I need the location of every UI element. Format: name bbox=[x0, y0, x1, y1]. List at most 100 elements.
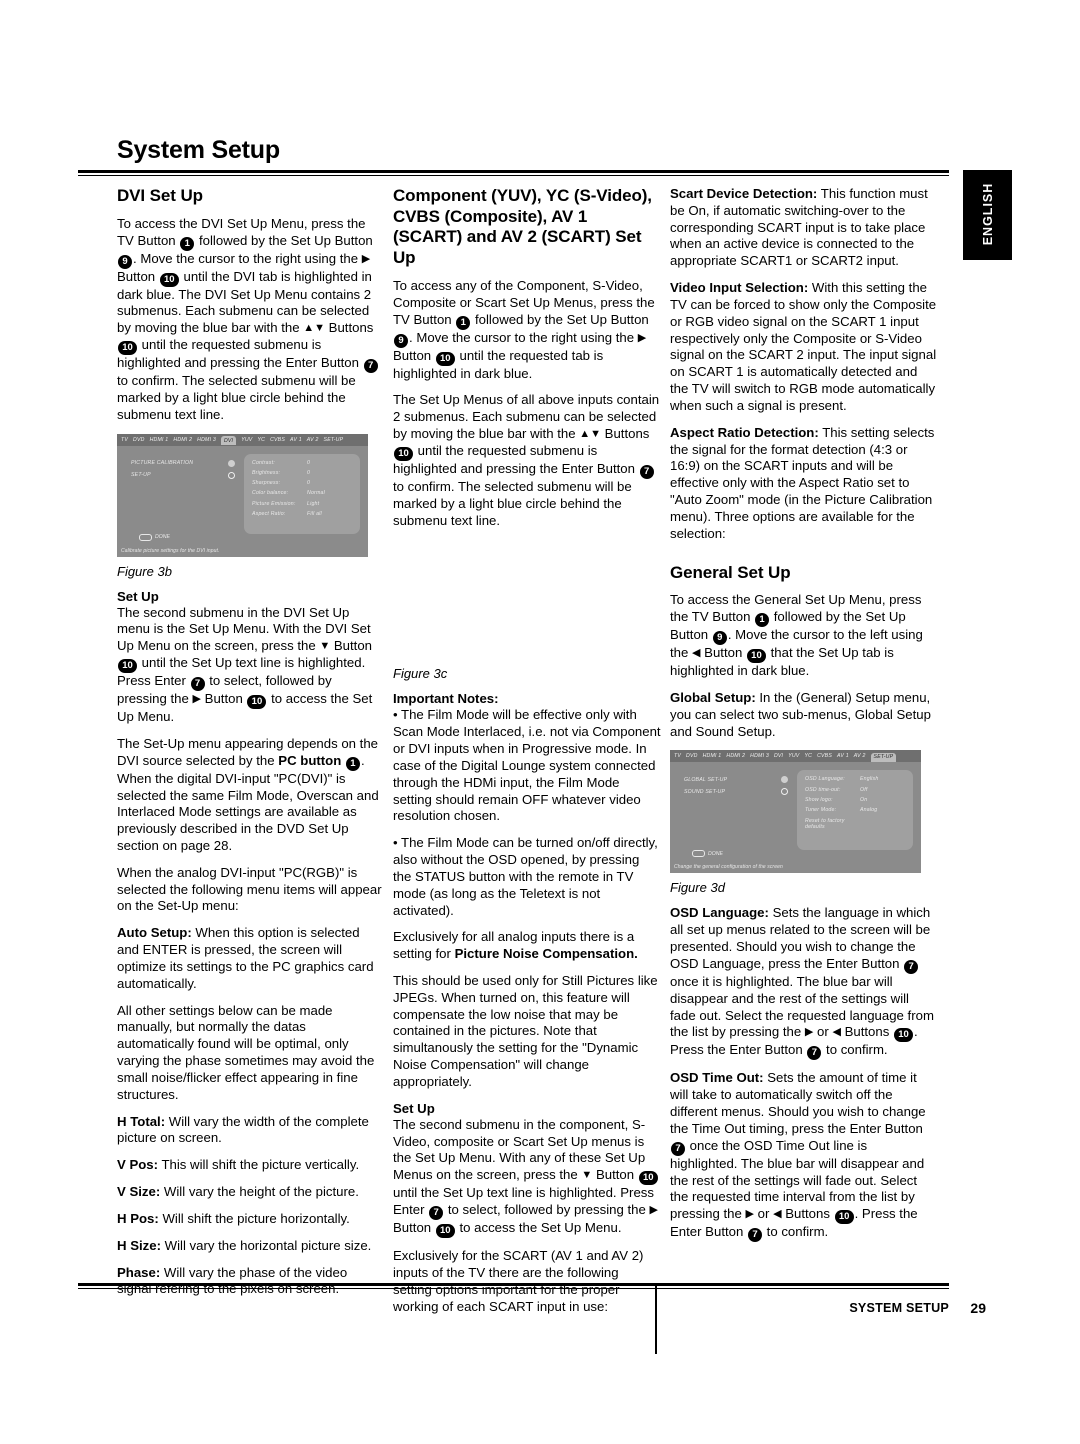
osd-done-label: DONE bbox=[155, 534, 170, 541]
v-size-paragraph: V Size: Will vary the height of the pict… bbox=[117, 1184, 385, 1201]
osd-setting-row[interactable]: Sharpness: 0 bbox=[252, 480, 352, 486]
osd-submenu-label: GLOBAL SET-UP bbox=[684, 776, 728, 783]
text-run: Buttons bbox=[328, 320, 374, 336]
osd-tab[interactable]: HDMI 3 bbox=[750, 753, 769, 759]
button-badge-enter: 7 bbox=[904, 959, 919, 974]
osd-setting-value: English bbox=[860, 776, 879, 783]
text-run-bold: H Pos: bbox=[117, 1210, 159, 1226]
arrow-up-icon: ▲ bbox=[303, 322, 315, 335]
osd-tab[interactable]: HDMI 2 bbox=[726, 753, 745, 759]
osd-time-out-paragraph: OSD Time Out: Sets the amount of time it… bbox=[670, 1070, 938, 1243]
osd-setting-row[interactable]: OSD time-out: Off bbox=[805, 787, 905, 793]
figure-caption-3b: Figure 3b bbox=[117, 563, 172, 579]
manual-settings-paragraph: All other settings below can be made man… bbox=[117, 1002, 375, 1102]
osd-tab[interactable]: TV bbox=[674, 753, 681, 759]
v-pos-paragraph: V Pos: This will shift the picture verti… bbox=[117, 1157, 385, 1174]
osd-tab[interactable]: HDMI 3 bbox=[197, 437, 216, 443]
osd-setting-row[interactable]: Color balance: Normal bbox=[252, 490, 352, 496]
component-intro-paragraph: To access any of the Component, S-Video,… bbox=[393, 278, 661, 382]
osd-tab[interactable]: HDMI 1 bbox=[703, 753, 722, 759]
osd-submenu-radio[interactable] bbox=[228, 459, 235, 467]
text-run-bold: PC button bbox=[278, 752, 342, 768]
text-run-bold: Aspect Ratio Detection: bbox=[670, 424, 819, 440]
osd-submenu-label: SOUND SET-UP bbox=[684, 788, 726, 795]
osd-tab[interactable]: SET-UP bbox=[870, 752, 897, 762]
text-run: Will vary the height of the picture. bbox=[163, 1184, 359, 1200]
button-badge-enter: 7 bbox=[639, 464, 654, 479]
osd-setting-name: Aspect Ratio: bbox=[252, 511, 286, 518]
done-pill-icon bbox=[139, 533, 152, 541]
component-setup-heading: Component (YUV), YC (S-Video), CVBS (Com… bbox=[393, 186, 652, 268]
osd-tab[interactable]: AV 2 bbox=[307, 437, 319, 443]
osd-setting-row[interactable]: OSD Language: English bbox=[805, 776, 905, 782]
osd-tab[interactable]: CVBS bbox=[270, 437, 285, 443]
osd-tab[interactable]: DVI bbox=[774, 753, 783, 759]
osd-submenu-radio[interactable] bbox=[781, 788, 788, 796]
osd-submenu-row[interactable]: PICTURE CALIBRATION bbox=[131, 459, 241, 467]
osd-setting-name: Sharpness: bbox=[252, 480, 281, 487]
osd-setting-value: Fill all bbox=[307, 511, 322, 518]
osd-setting-row[interactable]: Contrast: 0 bbox=[252, 460, 352, 466]
osd-tab[interactable]: HDMI 2 bbox=[173, 437, 192, 443]
text-run: or bbox=[757, 1206, 770, 1222]
osd-tab[interactable]: YC bbox=[257, 437, 265, 443]
h-pos-paragraph: H Pos: Will shift the picture horizontal… bbox=[117, 1211, 385, 1228]
osd-tab[interactable]: AV 1 bbox=[290, 437, 302, 443]
osd-tab[interactable]: AV 2 bbox=[854, 753, 866, 759]
text-run: to confirm. bbox=[826, 1042, 888, 1058]
text-run-bold: Phase: bbox=[117, 1264, 161, 1280]
osd-tab[interactable]: AV 1 bbox=[837, 753, 849, 759]
osd-setting-name: Show logo: bbox=[805, 797, 833, 804]
arrow-left-icon: ◀ bbox=[692, 647, 701, 660]
text-run-bold: Video Input Selection: bbox=[670, 280, 809, 296]
osd-setting-row[interactable]: Show logo: On bbox=[805, 797, 905, 803]
button-badge-enter: 7 bbox=[190, 677, 205, 692]
button-badge-enter: 7 bbox=[807, 1046, 822, 1061]
text-run-bold: Picture Noise Compensation. bbox=[454, 946, 638, 962]
osd-done-indicator: DONE bbox=[139, 533, 170, 541]
osd-setting-value: 0 bbox=[307, 480, 311, 487]
osd-submenu-row[interactable]: SET-UP bbox=[131, 471, 241, 479]
text-run: This will shift the picture vertically. bbox=[161, 1157, 360, 1173]
osd-tab[interactable]: YUV bbox=[788, 753, 799, 759]
osd-tab[interactable]: YC bbox=[804, 753, 812, 759]
osd-tab[interactable]: SET-UP bbox=[324, 437, 344, 443]
button-badge-nav: 10 bbox=[435, 1224, 455, 1239]
osd-done-label: DONE bbox=[708, 850, 723, 857]
osd-tab[interactable]: DVD bbox=[686, 753, 698, 759]
osd-setting-name: Color balance: bbox=[252, 490, 289, 497]
osd-setting-row[interactable]: Reset to factory defaults bbox=[805, 818, 905, 830]
footer-rule-thin bbox=[78, 1288, 949, 1289]
column-one: DVI Set Up To access the DVI Set Up Menu… bbox=[117, 186, 385, 1308]
osd-setting-value: Normal bbox=[307, 490, 325, 497]
osd-tab[interactable]: DVI bbox=[220, 436, 237, 446]
osd-setting-row[interactable]: Brightness: 0 bbox=[252, 470, 352, 476]
osd-submenu-radio[interactable] bbox=[228, 471, 235, 479]
setup-paragraph: The second submenu in the DVI Set Up men… bbox=[117, 605, 385, 726]
osd-tab[interactable]: DVD bbox=[133, 437, 145, 443]
osd-tab[interactable]: YUV bbox=[241, 437, 252, 443]
osd-setting-value: Light bbox=[307, 500, 320, 507]
scart-options-paragraph: Exclusively for the SCART (AV 1 and AV 2… bbox=[393, 1248, 644, 1314]
osd-setting-row[interactable]: Picture Emission: Light bbox=[252, 501, 352, 507]
osd-tab[interactable]: CVBS bbox=[817, 753, 832, 759]
text-run: Button bbox=[204, 691, 243, 707]
osd-setting-row[interactable]: Tuner Mode: Analog bbox=[805, 807, 905, 813]
osd-setting-row[interactable]: Aspect Ratio: Fill all bbox=[252, 511, 352, 517]
osd-submenu-label: PICTURE CALIBRATION bbox=[131, 460, 194, 467]
osd-setting-value: Off bbox=[860, 786, 868, 793]
figure-caption-3d: Figure 3d bbox=[670, 880, 725, 896]
language-tab: ENGLISH bbox=[963, 170, 1012, 260]
osd-submenu-row[interactable]: SOUND SET-UP bbox=[684, 788, 794, 796]
general-setup-heading: General Set Up bbox=[670, 562, 791, 582]
osd-submenu-list: PICTURE CALIBRATION SET-UP bbox=[131, 459, 241, 484]
dvi-setup-heading: DVI Set Up bbox=[117, 186, 203, 205]
osd-tab[interactable]: TV bbox=[121, 437, 128, 443]
text-run: Button bbox=[704, 645, 743, 661]
osd-submenu-radio[interactable] bbox=[781, 776, 788, 784]
osd-tab[interactable]: HDMI 1 bbox=[150, 437, 169, 443]
global-setup-paragraph: Global Setup: In the (General) Setup men… bbox=[670, 690, 938, 740]
osd-screenshot-dvi: TV DVD HDMI 1 HDMI 2 HDMI 3 DVI YUV YC CVBS AV 1 A… bbox=[117, 433, 368, 557]
osd-submenu-row[interactable]: GLOBAL SET-UP bbox=[684, 776, 794, 784]
text-run: . Move the cursor to the right using the bbox=[133, 250, 359, 266]
